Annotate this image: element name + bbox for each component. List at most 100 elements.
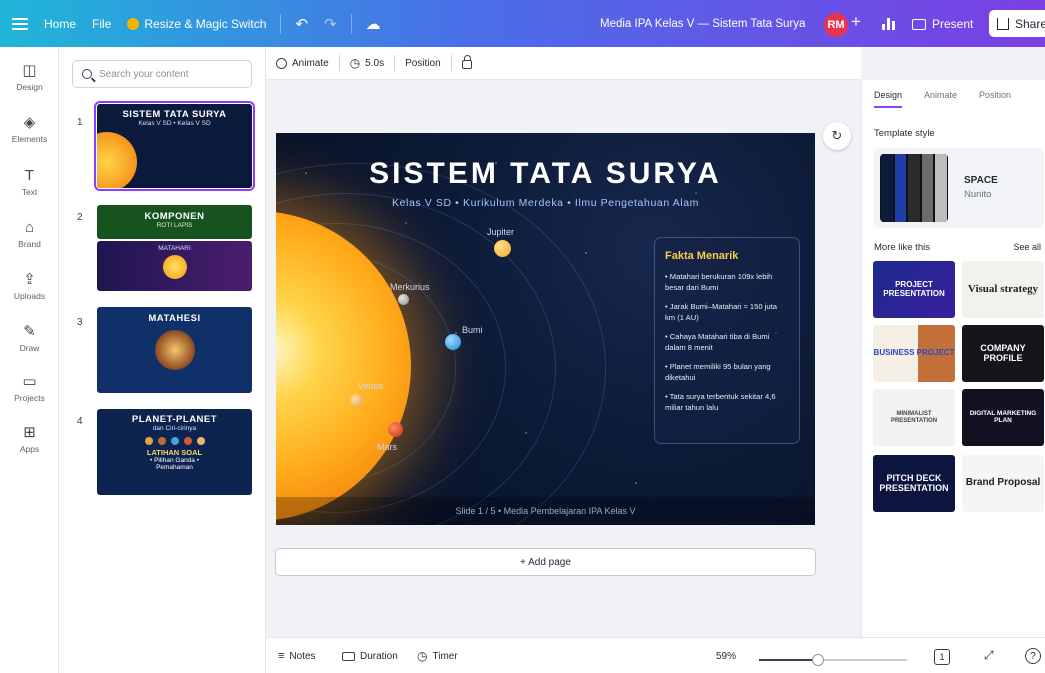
resize-button[interactable]: Resize & Magic Switch — [119, 0, 274, 47]
see-all-link[interactable]: See all — [1013, 242, 1041, 252]
home-button[interactable]: Home — [36, 0, 84, 47]
apps-icon: ⊞ — [23, 424, 36, 441]
template-card[interactable]: PITCH DECK PRESENTATION — [873, 455, 955, 512]
duration-button[interactable]: ◷ 5.0s — [340, 56, 394, 70]
bumi-planet — [445, 334, 461, 350]
zoom-slider-handle[interactable] — [812, 654, 825, 666]
refresh-icon[interactable]: ↻ — [823, 122, 851, 150]
thumb-subtitle: ROTI LAPIS — [156, 222, 193, 229]
present-label: Present — [932, 17, 974, 31]
avatar[interactable]: RM — [824, 13, 848, 37]
notes-button[interactable]: ≡ Notes — [278, 638, 316, 673]
document-title[interactable]: Media IPA Kelas V — Sistem Tata Surya — [600, 0, 805, 47]
cloud-sync-icon[interactable]: ☁ — [358, 15, 389, 33]
duration-toggle[interactable]: Duration — [342, 638, 398, 673]
template-card[interactable]: PROJECT PRESENTATION — [873, 261, 955, 318]
duration-label: 5.0s — [365, 57, 385, 69]
template-card[interactable]: Brand Proposal — [962, 455, 1044, 512]
rail-uploads[interactable]: ⇪ Uploads — [0, 270, 59, 301]
present-button[interactable]: Present — [912, 12, 973, 36]
template-style-heading: Template style — [874, 128, 935, 139]
slide-thumbnail-3[interactable]: MATAHESI — [97, 307, 252, 393]
add-collaborator-icon[interactable]: + — [851, 12, 861, 32]
search-icon — [82, 69, 92, 79]
search-placeholder: Search your content — [99, 68, 189, 80]
template-card[interactable]: DIGITAL MARKETING PLAN — [962, 389, 1044, 446]
zoom-slider-fill — [759, 659, 819, 661]
fact-item: • Planet memiliki 95 bulan yang diketahu… — [665, 362, 771, 382]
slide-thumbnail-4[interactable]: PLANET-PLANET dan Ciri-cirinya LATIHAN S… — [97, 409, 252, 495]
tab-animate[interactable]: Animate — [924, 90, 957, 108]
add-page-button[interactable]: + Add page — [275, 548, 816, 576]
share-icon — [997, 17, 1009, 30]
undo-icon[interactable]: ↶ — [287, 15, 316, 33]
help-icon[interactable]: ? — [1025, 648, 1041, 664]
notes-label: Notes — [289, 650, 316, 662]
slide-thumbnail-2b[interactable]: MATAHARI — [97, 241, 252, 291]
page-count-button[interactable]: 1 — [934, 649, 950, 665]
merkurius-label: Merkurius — [390, 282, 430, 292]
search-input[interactable]: Search your content — [72, 60, 252, 88]
slide-title: SISTEM TATA SURYA — [369, 157, 722, 190]
shapes-icon: ◈ — [23, 114, 36, 131]
sun-image — [162, 255, 187, 279]
fact-item: • Cahaya Matahari tiba di Bumi dalam 8 m… — [665, 332, 770, 352]
design-panel: Design Animate Position Template style S… — [861, 80, 1045, 637]
timer-button[interactable]: ◷ Timer — [417, 638, 458, 673]
position-button[interactable]: Position — [395, 58, 451, 69]
mars-planet — [388, 422, 403, 437]
duration-icon — [342, 651, 355, 661]
slide-number: 4 — [77, 416, 83, 427]
rail-apps[interactable]: ⊞ Apps — [0, 423, 59, 454]
slide-subtitle: Kelas V SD • Kurikulum Merdeka • Ilmu Pe… — [391, 197, 700, 209]
tab-position[interactable]: Position — [979, 90, 1011, 108]
present-icon — [912, 18, 926, 30]
rail-label: Draw — [19, 343, 40, 353]
fullscreen-icon[interactable]: ⤢ — [984, 648, 994, 663]
animate-label: Animate — [292, 57, 329, 69]
bottom-bar: ≡ Notes Duration ◷ Timer 59% 1 ⤢ ? — [266, 637, 1045, 673]
template-card[interactable]: MINIMALIST PRESENTATION — [873, 389, 955, 446]
zoom-level[interactable]: 59% — [716, 638, 736, 673]
analytics-icon[interactable] — [882, 14, 898, 30]
thumb-subtitle: • Pilihan Ganda • — [150, 457, 199, 464]
fact-card: Fakta Menarik • Matahari berukuran 109x … — [654, 237, 800, 444]
merkurius-planet — [398, 294, 409, 305]
template-card[interactable]: COMPANY PROFILE — [962, 325, 1044, 382]
style-font: Nunito — [964, 189, 992, 200]
tab-design[interactable]: Design — [874, 90, 903, 108]
template-style-card[interactable]: SPACE Nunito — [874, 148, 1044, 228]
rail-text[interactable]: T Text — [0, 167, 59, 197]
thumb-subtitle: Kelas V SD • Kelas V SD — [138, 120, 211, 127]
redo-icon[interactable]: ↷ — [316, 15, 345, 33]
slide-thumbnail-2[interactable]: KOMPONEN ROTI LAPIS — [97, 205, 252, 239]
zoom-slider[interactable] — [759, 654, 907, 666]
divider — [350, 13, 352, 34]
panel-tabs: Design Animate Position — [874, 90, 1011, 108]
fact-item: • Matahari berukuran 109x lebih besar da… — [665, 272, 773, 292]
template-card[interactable]: Visual strategy — [962, 261, 1044, 318]
rail-projects[interactable]: ▭ Projects — [0, 372, 59, 403]
file-menu[interactable]: File — [84, 0, 119, 47]
animate-button[interactable]: Animate — [266, 57, 339, 69]
rail-label: Elements — [11, 134, 48, 144]
slide-thumbnail-1[interactable]: SISTEM TATA SURYA Kelas V SD • Kelas V S… — [94, 101, 255, 191]
venus-planet — [350, 394, 363, 407]
share-button[interactable]: Share — [989, 10, 1045, 37]
rail-brand[interactable]: ⌂ Brand — [0, 219, 59, 249]
share-label: Share — [1015, 16, 1045, 31]
rail-elements[interactable]: ◈ Elements — [0, 113, 59, 144]
bumi-label: Bumi — [462, 325, 483, 335]
slide-canvas[interactable]: Jupiter Merkurius Bumi Venus Mars SISTEM… — [276, 133, 815, 525]
fact-item: • Jarak Bumi–Matahari ≈ 150 juta km (1 A… — [665, 302, 777, 322]
rail-label: Apps — [19, 444, 40, 454]
folder-icon: ▭ — [22, 373, 37, 390]
thumb-subtitle: LATIHAN SOAL — [146, 448, 203, 457]
rail-design[interactable]: ◫ Design — [0, 61, 59, 92]
rail-draw[interactable]: ✎ Draw — [0, 322, 59, 353]
sun-image — [97, 132, 137, 188]
swatch — [935, 154, 947, 222]
lock-button[interactable] — [452, 55, 482, 69]
template-card[interactable]: BUSINESS PROJECT — [873, 325, 955, 382]
menu-icon[interactable] — [12, 17, 28, 30]
